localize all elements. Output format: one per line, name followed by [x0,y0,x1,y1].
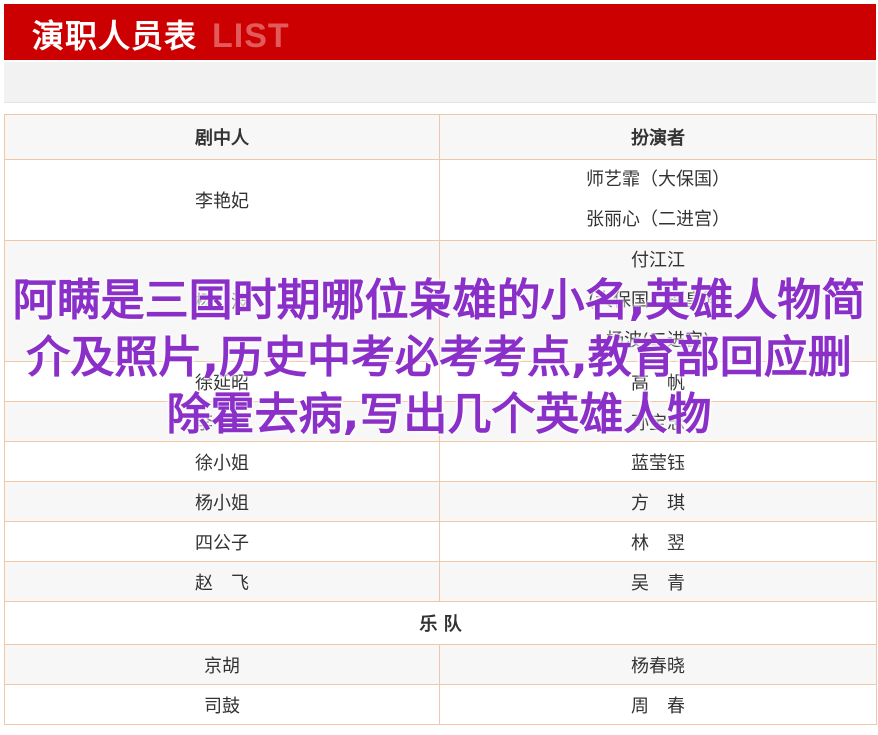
actor-cell: 方 琪 [439,481,877,522]
actor-cell: 蓝莹钰 [439,441,877,482]
actor-cell: 师艺霏（大保国） 张丽心（二进宫） [439,159,877,241]
gray-band [4,62,876,103]
header-role: 剧中人 [4,114,440,160]
role-cell: 赵 飞 [4,561,440,602]
actor-cell: 林 翌 [439,521,877,562]
page-subtitle: LIST [212,17,290,55]
section-row: 乐 队 [4,601,877,645]
actor-cell: 周 春 [439,684,877,725]
overlay-caption: 阿瞒是三国时期哪位枭雄的小名,英雄人物简介及照片,历史中考必考考点,教育部回应删… [12,275,866,440]
actor-cell: 杨春晓 [439,644,877,685]
table-row: 徐小姐 蓝莹钰 [4,441,877,482]
table-row: 司鼓 周 春 [4,684,877,725]
role-cell: 徐小姐 [4,441,440,482]
role-cell: 杨小姐 [4,481,440,522]
actor-line: 师艺霏（大保国） [586,169,730,190]
header-actor: 扮演者 [439,114,877,160]
role-cell: 司鼓 [4,684,440,725]
table-row: 赵 飞 吴 青 [4,561,877,602]
actor-cell: 吴 青 [439,561,877,602]
table-row: 京胡 杨春晓 [4,644,877,685]
header-bar: 演职人员表 LIST [4,4,876,60]
role-cell: 李艳妃 [4,159,440,241]
role-cell: 四公子 [4,521,440,562]
table-row: 李艳妃 师艺霏（大保国） 张丽心（二进宫） [4,159,877,241]
actor-line: 张丽心（二进宫） [586,209,730,230]
page-title: 演职人员表 [32,17,198,55]
role-cell: 京胡 [4,644,440,685]
table-header-row: 剧中人 扮演者 [4,114,877,160]
table-row: 四公子 林 翌 [4,521,877,562]
table-row: 杨小姐 方 琪 [4,481,877,522]
section-label: 乐 队 [4,601,877,645]
